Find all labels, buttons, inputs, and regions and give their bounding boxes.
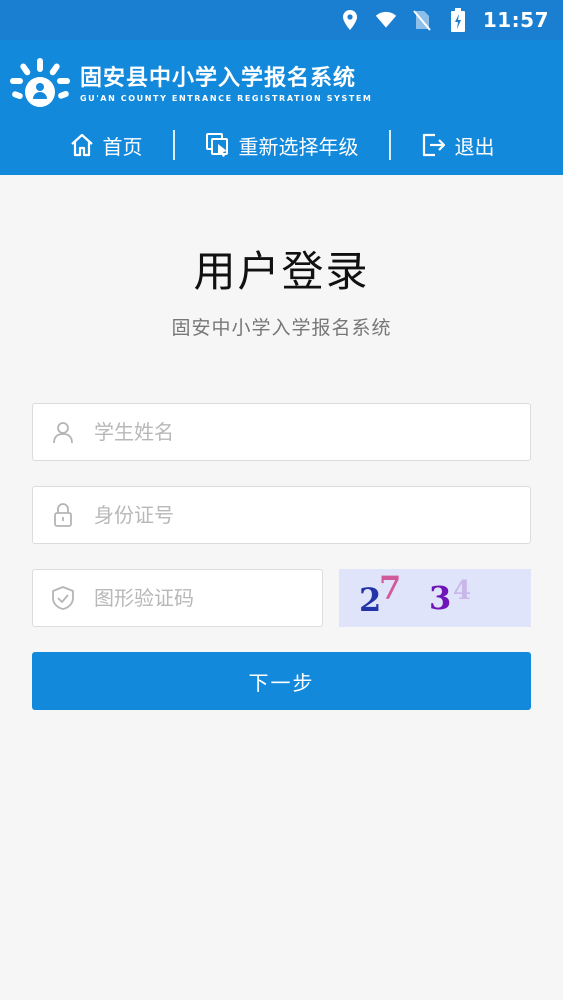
nav-home[interactable]: 首页 — [39, 131, 173, 160]
nav-home-label: 首页 — [102, 134, 143, 159]
nav-logout[interactable]: 退出 — [391, 131, 525, 160]
app-header: 固安县中小学入学报名系统 GU'AN COUNTY ENTRANCE REGIS… — [0, 40, 563, 175]
captcha-input[interactable] — [92, 585, 345, 611]
status-bar: 11:57 — [0, 0, 563, 40]
captcha-image[interactable]: 2 7 3 4 — [339, 569, 531, 627]
top-nav: 首页 重新选择年级 退出 — [0, 125, 563, 165]
nav-reselect-label: 重新选择年级 — [238, 134, 359, 159]
captcha-field[interactable] — [32, 569, 345, 627]
student-name-field[interactable] — [32, 403, 531, 461]
location-icon — [339, 9, 361, 31]
logout-icon — [421, 132, 447, 158]
shield-icon — [50, 585, 76, 611]
status-time: 11:57 — [482, 8, 549, 32]
login-title: 用户登录 — [193, 247, 370, 296]
wifi-icon — [375, 9, 397, 31]
next-button[interactable]: 下一步 — [32, 652, 531, 710]
app-title: 固安县中小学入学报名系统 — [80, 65, 357, 91]
student-name-input[interactable] — [92, 419, 530, 445]
brand: 固安县中小学入学报名系统 GU'AN COUNTY ENTRANCE REGIS… — [8, 56, 373, 112]
captcha-char: 2 — [359, 581, 381, 619]
app-subtitle: GU'AN COUNTY ENTRANCE REGISTRATION SYSTE… — [80, 93, 373, 103]
captcha-char: 3 — [429, 579, 451, 617]
user-icon — [50, 419, 76, 445]
login-subtitle: 固安中小学入学报名系统 — [171, 317, 392, 339]
no-sim-icon — [411, 9, 433, 31]
nav-reselect-grade[interactable]: 重新选择年级 — [175, 131, 389, 160]
home-icon — [69, 132, 95, 158]
nav-logout-label: 退出 — [454, 134, 495, 159]
battery-charging-icon — [447, 8, 469, 32]
id-number-field[interactable] — [32, 486, 531, 544]
logo-icon — [10, 58, 70, 107]
lock-icon — [50, 502, 76, 528]
id-number-input[interactable] — [92, 502, 530, 528]
captcha-char: 4 — [453, 576, 471, 606]
captcha-char: 7 — [379, 569, 401, 607]
reselect-icon — [205, 132, 231, 158]
